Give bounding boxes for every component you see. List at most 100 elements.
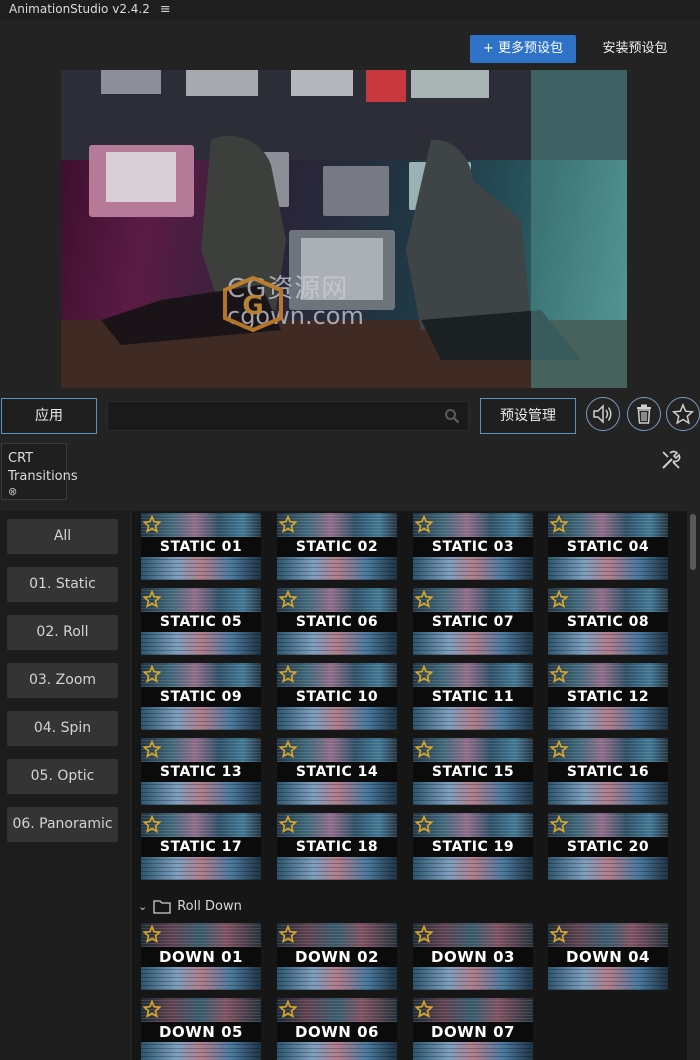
preset-tile[interactable]: STATIC 20: [548, 813, 668, 880]
preset-tile[interactable]: STATIC 05: [141, 588, 261, 655]
preset-tile[interactable]: STATIC 12: [548, 663, 668, 730]
preset-thumbnail-bottom: [548, 557, 668, 580]
preset-tile[interactable]: STATIC 14: [277, 738, 397, 805]
preset-tile[interactable]: STATIC 06: [277, 588, 397, 655]
preview-scene: [61, 70, 627, 388]
preset-tile[interactable]: STATIC 02: [277, 513, 397, 580]
preset-tile[interactable]: STATIC 11: [413, 663, 533, 730]
preset-thumbnail-bottom: [548, 857, 668, 880]
favorite-star-icon[interactable]: [142, 924, 162, 947]
tools-icon[interactable]: [660, 449, 682, 471]
volume-button[interactable]: [586, 397, 620, 431]
preset-label: STATIC 01: [141, 537, 261, 557]
preset-thumbnail-bottom: [277, 707, 397, 730]
preset-tile[interactable]: STATIC 07: [413, 588, 533, 655]
delete-button[interactable]: [627, 397, 661, 431]
favorite-star-icon[interactable]: [549, 589, 569, 612]
preset-label: DOWN 05: [141, 1022, 261, 1042]
preset-manage-button[interactable]: 预设管理: [480, 398, 576, 434]
preset-tile[interactable]: DOWN 01: [141, 923, 261, 990]
favorite-star-icon[interactable]: [549, 664, 569, 687]
favorite-star-icon[interactable]: [414, 924, 434, 947]
favorite-star-icon[interactable]: [549, 514, 569, 537]
preset-tile[interactable]: DOWN 06: [277, 998, 397, 1060]
favorite-star-icon[interactable]: [278, 814, 298, 837]
preset-thumbnail-bottom: [413, 707, 533, 730]
preset-thumbnail-bottom: [548, 707, 668, 730]
favorite-star-icon[interactable]: [549, 814, 569, 837]
chevron-down-icon[interactable]: ⌄: [138, 900, 147, 913]
scrollbar[interactable]: [690, 514, 696, 570]
install-presets-button[interactable]: 安装预设包: [590, 35, 680, 63]
preset-thumbnail-bottom: [413, 857, 533, 880]
category-all[interactable]: All: [7, 519, 118, 554]
favorite-star-icon[interactable]: [414, 739, 434, 762]
preset-tile[interactable]: DOWN 03: [413, 923, 533, 990]
favorite-star-icon[interactable]: [278, 739, 298, 762]
favorite-star-icon[interactable]: [414, 999, 434, 1022]
preset-thumbnail-bottom: [141, 707, 261, 730]
search-input[interactable]: [108, 402, 438, 430]
preset-tile[interactable]: STATIC 17: [141, 813, 261, 880]
favorite-star-icon[interactable]: [142, 664, 162, 687]
category-panoramic[interactable]: 06. Panoramic: [7, 807, 118, 842]
preset-label: STATIC 07: [413, 612, 533, 632]
preset-label: STATIC 05: [141, 612, 261, 632]
favorite-star-icon[interactable]: [549, 924, 569, 947]
title-bar: AnimationStudio v2.4.2 ≡: [0, 0, 700, 20]
preset-thumbnail-bottom: [413, 782, 533, 805]
preset-tile[interactable]: STATIC 04: [548, 513, 668, 580]
favorite-star-icon[interactable]: [142, 999, 162, 1022]
preset-label: STATIC 09: [141, 687, 261, 707]
preset-tile[interactable]: STATIC 15: [413, 738, 533, 805]
more-presets-button[interactable]: + 更多预设包: [470, 35, 576, 63]
favorite-star-icon[interactable]: [414, 664, 434, 687]
close-icon[interactable]: ⊗: [8, 486, 66, 498]
favorite-star-icon[interactable]: [142, 514, 162, 537]
preset-tile[interactable]: STATIC 10: [277, 663, 397, 730]
favorite-star-icon[interactable]: [278, 924, 298, 947]
app-title: AnimationStudio v2.4.2: [9, 2, 150, 16]
category-roll[interactable]: 02. Roll: [7, 615, 118, 650]
category-static[interactable]: 01. Static: [7, 567, 118, 602]
favorite-star-icon[interactable]: [549, 739, 569, 762]
folder-roll-down[interactable]: ⌄ Roll Down: [138, 896, 242, 916]
menu-icon[interactable]: ≡: [160, 2, 171, 17]
favorite-star-icon[interactable]: [278, 589, 298, 612]
favorite-star-icon[interactable]: [278, 514, 298, 537]
favorite-star-icon[interactable]: [142, 739, 162, 762]
preset-tile[interactable]: DOWN 07: [413, 998, 533, 1060]
favorite-button[interactable]: [666, 397, 700, 431]
preset-tile[interactable]: STATIC 19: [413, 813, 533, 880]
trash-icon: [637, 404, 651, 424]
favorite-star-icon[interactable]: [142, 589, 162, 612]
cg-logo-icon: G: [223, 276, 283, 332]
preset-tile[interactable]: DOWN 04: [548, 923, 668, 990]
preset-tile[interactable]: STATIC 09: [141, 663, 261, 730]
apply-button[interactable]: 应用: [1, 398, 97, 434]
category-spin[interactable]: 04. Spin: [7, 711, 118, 746]
preset-label: STATIC 19: [413, 837, 533, 857]
preset-tile[interactable]: STATIC 08: [548, 588, 668, 655]
pack-tab-crt-transitions[interactable]: CRT Transitions ⊗: [1, 443, 78, 500]
star-icon: [672, 403, 694, 425]
preset-label: DOWN 06: [277, 1022, 397, 1042]
category-optic[interactable]: 05. Optic: [7, 759, 118, 794]
preset-tile[interactable]: STATIC 03: [413, 513, 533, 580]
preset-tile[interactable]: STATIC 13: [141, 738, 261, 805]
preset-tile[interactable]: STATIC 18: [277, 813, 397, 880]
preset-label: STATIC 13: [141, 762, 261, 782]
preset-tile[interactable]: DOWN 02: [277, 923, 397, 990]
favorite-star-icon[interactable]: [414, 814, 434, 837]
favorite-star-icon[interactable]: [278, 664, 298, 687]
category-zoom[interactable]: 03. Zoom: [7, 663, 118, 698]
favorite-star-icon[interactable]: [414, 514, 434, 537]
search-icon[interactable]: [444, 408, 460, 424]
favorite-star-icon[interactable]: [414, 589, 434, 612]
preset-tile[interactable]: STATIC 01: [141, 513, 261, 580]
preset-tile[interactable]: DOWN 05: [141, 998, 261, 1060]
preset-label: STATIC 12: [548, 687, 668, 707]
favorite-star-icon[interactable]: [142, 814, 162, 837]
preset-tile[interactable]: STATIC 16: [548, 738, 668, 805]
favorite-star-icon[interactable]: [278, 999, 298, 1022]
